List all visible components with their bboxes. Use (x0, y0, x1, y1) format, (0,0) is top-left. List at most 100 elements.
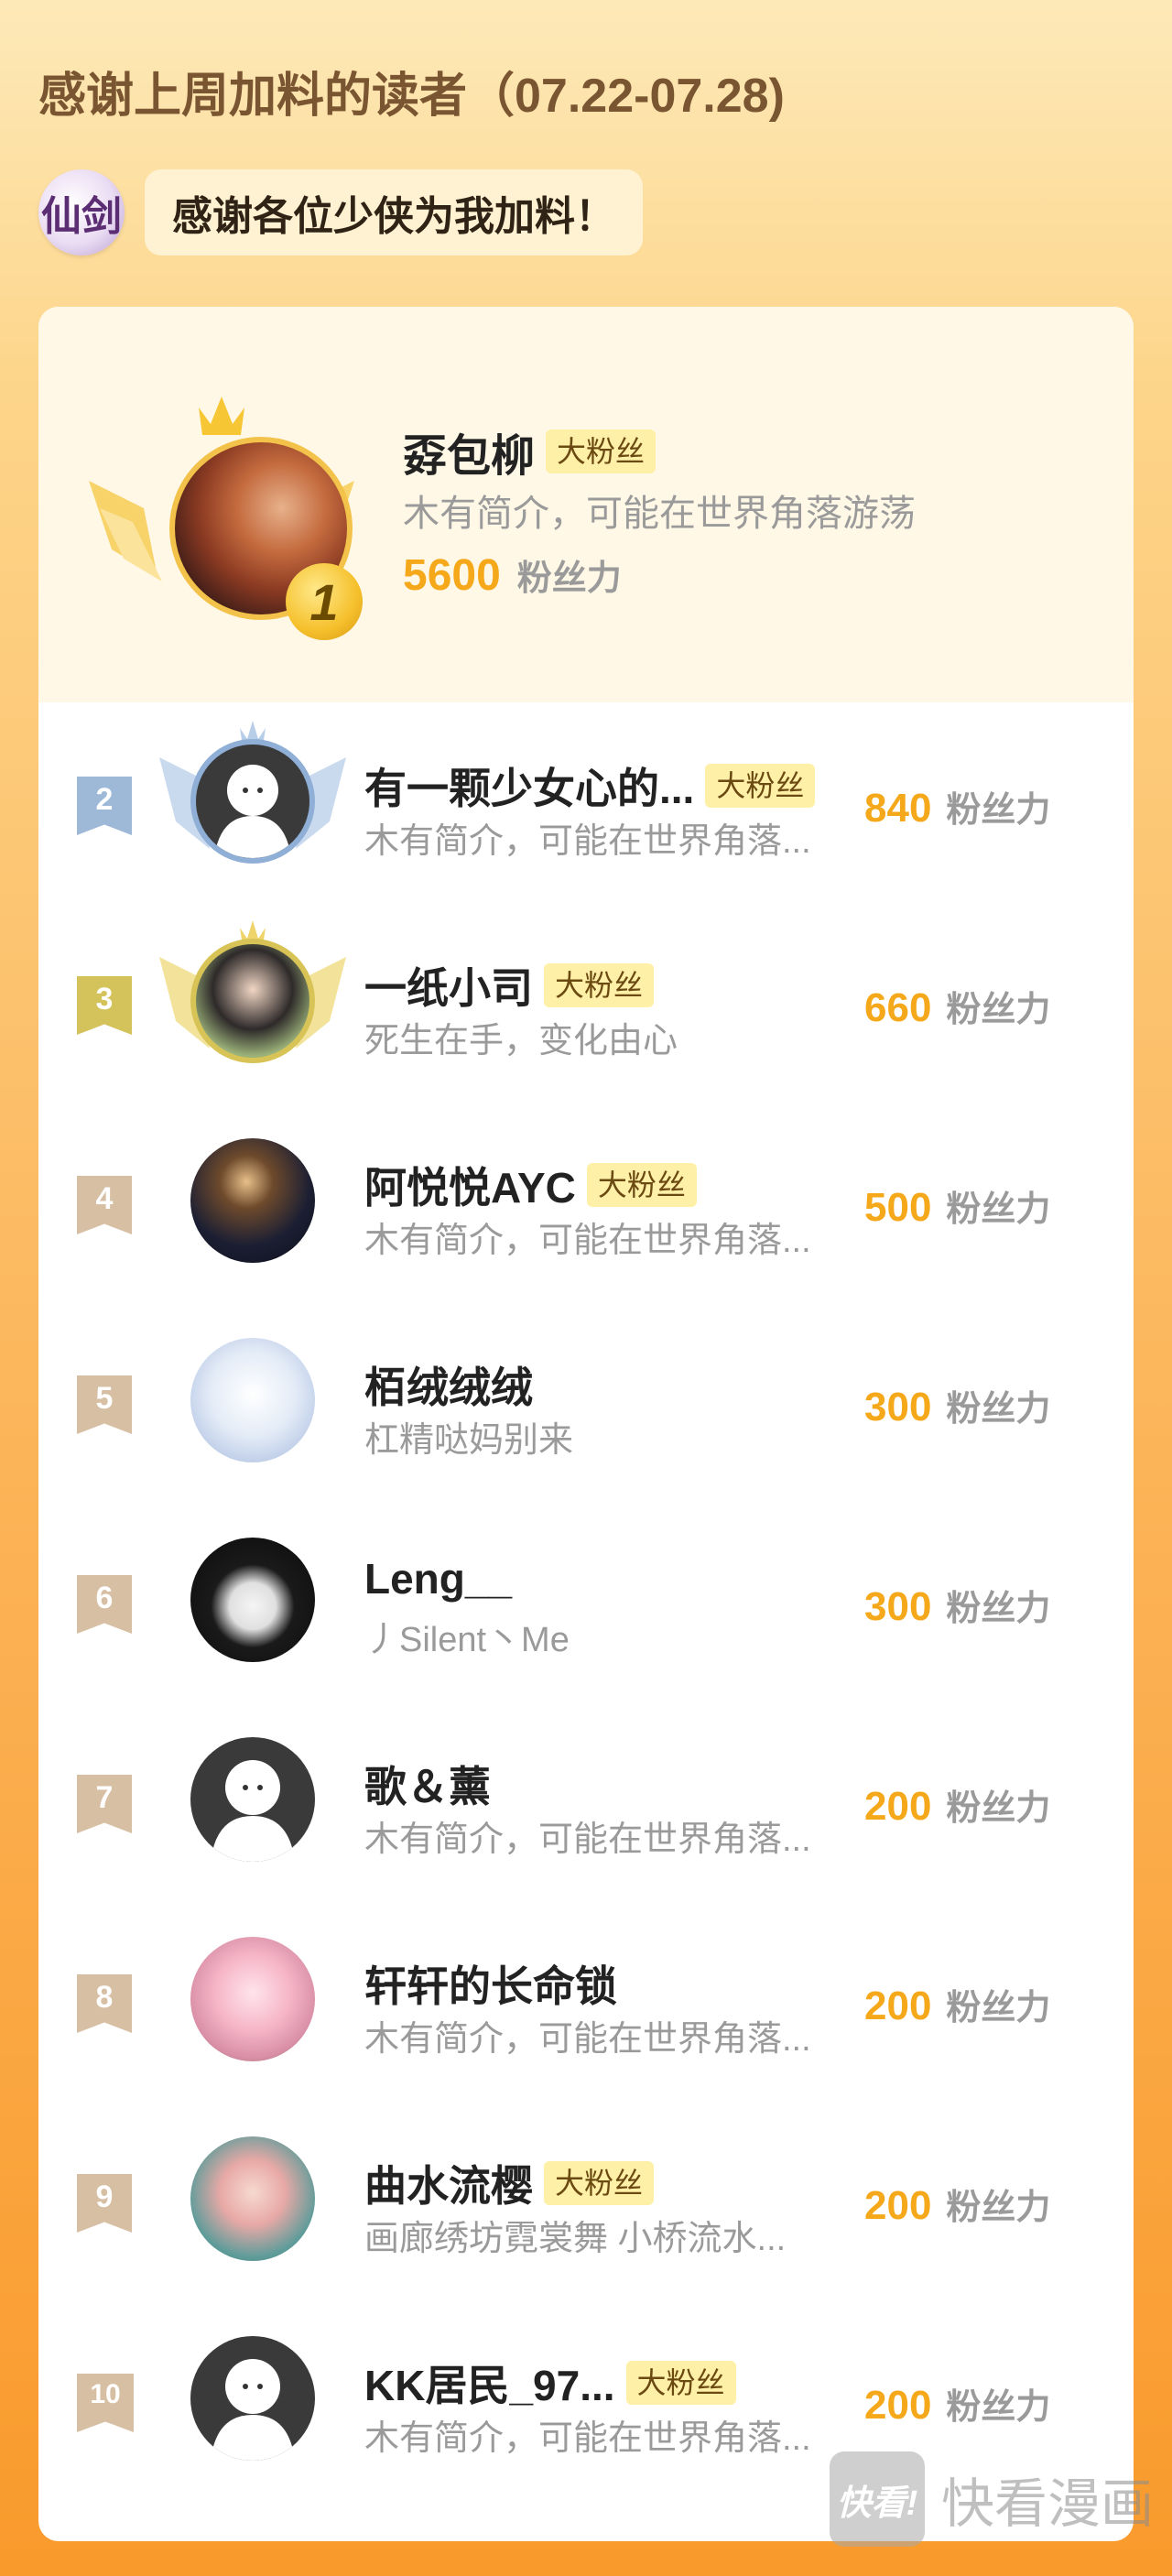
fan-power: 200 粉丝力 (864, 2179, 1050, 2229)
fan-row-3[interactable]: 3 一纸小司 大粉丝 死生在手，变化由心 660 粉丝力 (38, 909, 1134, 1092)
fan-bio: 画廊绣坊霓裳舞 小桥流水... (364, 2220, 787, 2258)
person-icon (214, 765, 291, 858)
rank-flag: 2 (77, 777, 132, 835)
fan-bio: 木有简介，可能在世界角落... (364, 2419, 811, 2458)
top-fan-bio: 木有简介，可能在世界角落游荡 (403, 494, 916, 534)
fan-power-unit: 粉丝力 (946, 991, 1051, 1029)
fan-avatar[interactable] (190, 2136, 315, 2261)
fan-bio: 木有简介，可能在世界角落... (364, 822, 811, 861)
rank-flag: 9 (77, 2174, 132, 2233)
fan-name[interactable]: 曲水流樱 (364, 2153, 533, 2213)
rank-flag: 5 (77, 1375, 132, 1434)
top-fan-name[interactable]: 孬包柳 (403, 419, 535, 484)
fan-avatar[interactable] (190, 1538, 315, 1662)
kuaikan-watermark: 快看! 快看漫画 (829, 2451, 1154, 2547)
fan-name[interactable]: 一纸小司 (364, 955, 533, 1016)
fan-power-unit: 粉丝力 (946, 2189, 1051, 2227)
default-avatar[interactable] (190, 2336, 315, 2461)
fan-power-unit: 粉丝力 (946, 1789, 1051, 1828)
default-avatar[interactable] (190, 739, 315, 864)
fan-ranking-card: 1 孬包柳 大粉丝 木有简介，可能在世界角落游荡 5600 粉丝力 2 有一颗少 (38, 307, 1134, 2541)
rank-flag: 4 (77, 1176, 132, 1234)
big-fan-badge: 大粉丝 (544, 2161, 655, 2205)
fan-bio: 杠精哒妈别来 (364, 1421, 574, 1460)
top-fan-section[interactable]: 1 孬包柳 大粉丝 木有简介，可能在世界角落游荡 5600 粉丝力 (38, 307, 1134, 702)
top-fan-name-row: 孬包柳 大粉丝 (403, 419, 657, 484)
fan-power-value: 300 (864, 1584, 932, 1629)
fan-row-8[interactable]: 8 轩轩的长命锁 木有简介，可能在世界角落... 200 粉丝力 (38, 1908, 1134, 2091)
top-fan-power-value: 5600 (403, 551, 501, 600)
fan-row-4[interactable]: 4 阿悦悦AYC 大粉丝 木有简介，可能在世界角落... 500 粉丝力 (38, 1109, 1134, 1292)
fan-name-row: 歌＆薰 (364, 1754, 491, 1814)
fan-avatar[interactable] (190, 1338, 315, 1462)
fan-name[interactable]: 歌＆薰 (364, 1754, 491, 1814)
fan-row-9[interactable]: 9 曲水流樱 大粉丝 画廊绣坊霓裳舞 小桥流水... 200 粉丝力 (38, 2107, 1134, 2290)
fan-name-row: 栢绒绒绒 (364, 1354, 533, 1415)
rank-1-medal: 1 (286, 563, 363, 640)
fan-name[interactable]: 栢绒绒绒 (364, 1354, 533, 1415)
fan-name-row: 曲水流樱 大粉丝 (364, 2153, 655, 2213)
fan-power-value: 200 (864, 1984, 932, 2028)
fan-name-row: 轩轩的长命锁 (364, 1953, 617, 2014)
default-avatar[interactable] (190, 1737, 315, 1862)
fan-row-5[interactable]: 5 栢绒绒绒 杠精哒妈别来 300 粉丝力 (38, 1309, 1134, 1492)
fan-power-unit: 粉丝力 (946, 1590, 1051, 1628)
fan-power-value: 500 (864, 1185, 932, 1230)
comic-logo-avatar[interactable]: 仙剑 (38, 169, 125, 255)
fan-power-value: 200 (864, 1784, 932, 1829)
fan-power-value: 840 (864, 786, 932, 831)
fan-bio: 丿Silent丶Me (364, 1621, 570, 1659)
fan-row-6[interactable]: 6 Leng__ 丿Silent丶Me 300 粉丝力 (38, 1508, 1134, 1691)
fan-avatar[interactable] (190, 939, 315, 1063)
fan-power: 500 粉丝力 (864, 1180, 1050, 1231)
thanks-bubble: 感谢各位少侠为我加料！ (145, 169, 643, 255)
big-fan-badge: 大粉丝 (705, 764, 816, 808)
fan-power: 300 粉丝力 (864, 1580, 1050, 1630)
fan-row-2[interactable]: 2 有一颗少女心的... 大粉丝 木有简介，可能在世界角落... 840 粉丝力 (38, 710, 1134, 893)
fan-avatar[interactable] (190, 1138, 315, 1263)
top-fan-power-unit: 粉丝力 (516, 560, 622, 598)
fan-power: 200 粉丝力 (864, 1979, 1050, 2029)
thanks-banner: 仙剑 感谢各位少侠为我加料！ (38, 167, 643, 258)
fan-name[interactable]: 轩轩的长命锁 (364, 1953, 617, 2014)
fan-name-row: Leng__ (364, 1554, 512, 1603)
fan-name-row: 阿悦悦AYC 大粉丝 (364, 1155, 697, 1215)
fan-bio: 木有简介，可能在世界角落... (364, 2020, 811, 2059)
big-fan-badge: 大粉丝 (625, 2361, 736, 2405)
rank-flag: 7 (77, 1775, 132, 1833)
rank-flag: 3 (77, 976, 132, 1035)
fan-name[interactable]: 阿悦悦AYC (364, 1155, 576, 1215)
top-fan-power: 5600 粉丝力 (403, 549, 622, 601)
fan-row-7[interactable]: 7 歌＆薰 木有简介，可能在世界角落... 200 粉丝力 (38, 1708, 1134, 1891)
kuaikan-logo-icon: 快看! (829, 2451, 925, 2547)
fan-bio: 木有简介，可能在世界角落... (364, 1222, 811, 1260)
fan-power-unit: 粉丝力 (946, 1390, 1051, 1429)
fan-power-value: 300 (864, 1385, 932, 1429)
fan-power: 300 粉丝力 (864, 1380, 1050, 1430)
fan-power: 200 粉丝力 (864, 2378, 1050, 2429)
fan-name[interactable]: KK居民_97... (364, 2353, 615, 2413)
fan-avatar[interactable] (190, 1937, 315, 2061)
fan-power-unit: 粉丝力 (946, 1190, 1051, 1229)
rank-flag: 6 (77, 1575, 132, 1634)
fan-power: 200 粉丝力 (864, 1779, 1050, 1830)
top-fan-avatar-frame: 1 (89, 380, 363, 640)
fan-power-unit: 粉丝力 (946, 2388, 1051, 2427)
big-fan-badge: 大粉丝 (544, 963, 655, 1007)
person-icon (211, 1760, 295, 1862)
fan-name-row: KK居民_97... 大粉丝 (364, 2353, 736, 2413)
fan-power-unit: 粉丝力 (946, 1989, 1051, 2027)
big-fan-badge: 大粉丝 (586, 1163, 697, 1207)
big-fan-badge: 大粉丝 (546, 429, 657, 473)
fan-power-value: 660 (864, 985, 932, 1030)
page-title: 感谢上周加料的读者（07.22-07.28) (38, 70, 785, 123)
fan-name[interactable]: 有一颗少女心的... (364, 755, 694, 816)
person-icon (211, 2359, 295, 2461)
fan-bio: 木有简介，可能在世界角落... (364, 1821, 811, 1859)
fan-bio: 死生在手，变化由心 (364, 1022, 678, 1060)
fan-name-row: 有一颗少女心的... 大粉丝 (364, 755, 816, 816)
fan-power-unit: 粉丝力 (946, 791, 1051, 830)
fan-power: 660 粉丝力 (864, 981, 1050, 1031)
fan-name[interactable]: Leng__ (364, 1554, 512, 1603)
fan-power-value: 200 (864, 2383, 932, 2428)
